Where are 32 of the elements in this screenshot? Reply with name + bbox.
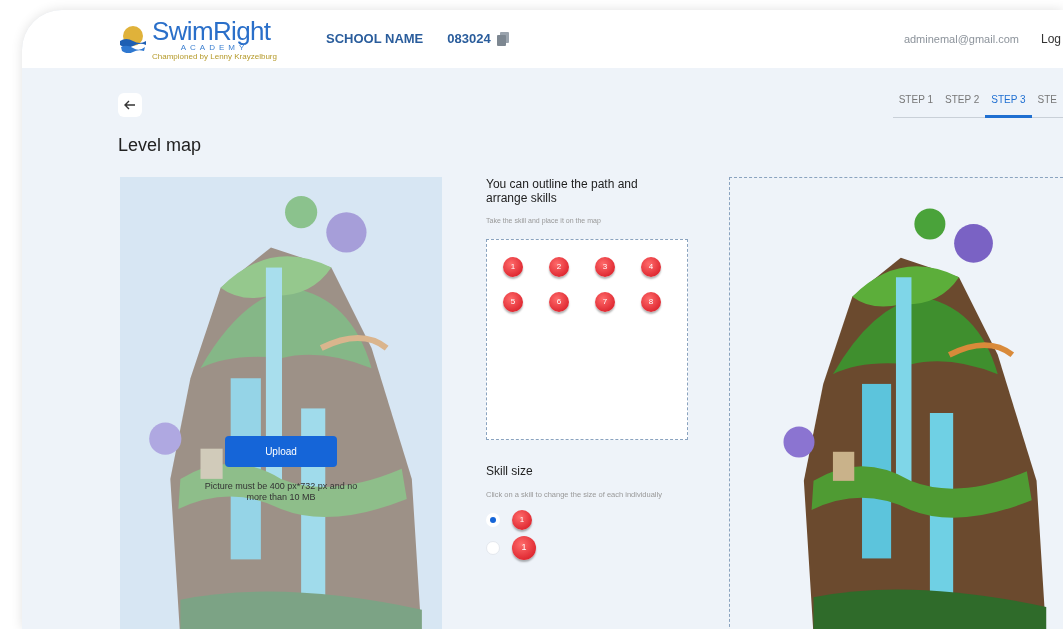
school-name: SCHOOL NAME <box>326 30 424 49</box>
logo-tagline: Championed by Lenny Krayzelburg <box>152 52 277 61</box>
copy-icon[interactable] <box>496 32 509 46</box>
skill-size-heading: Skill size <box>486 462 534 480</box>
wave-icon <box>118 25 148 53</box>
skill-marker[interactable]: 2 <box>549 256 569 277</box>
upload-hint: Picture must be 400 px*732 px and no more than 10 MB <box>203 481 359 503</box>
skill-marker[interactable]: 6 <box>549 291 569 312</box>
upload-button[interactable]: Upload <box>225 436 337 467</box>
logo-text: SwimRight <box>152 17 272 44</box>
skills-heading: You can outline the path and arrange skills <box>486 177 639 205</box>
skill-marker[interactable]: 1 <box>512 509 532 530</box>
logout-link[interactable]: Log <box>1040 30 1061 48</box>
skill-marker[interactable]: 1 <box>503 256 523 277</box>
skill-marker[interactable]: 3 <box>595 256 615 277</box>
logo[interactable]: SwimRight ACADEMY Championed by Lenny Krayzelburg <box>118 17 294 61</box>
step-tab[interactable]: STE <box>1031 92 1063 118</box>
skill-marker[interactable]: 7 <box>595 291 615 312</box>
school-code: 083024 <box>447 30 491 49</box>
page-title: Level map <box>117 134 203 157</box>
step-tab[interactable]: STEP 3 <box>985 92 1032 118</box>
back-arrow-icon <box>124 100 136 110</box>
step-tab[interactable]: STEP 1 <box>892 92 939 118</box>
step-tab[interactable]: STEP 2 <box>939 92 986 118</box>
skill-marker[interactable]: 1 <box>512 535 536 560</box>
skill-marker[interactable]: 8 <box>641 291 661 312</box>
user-email: adminemal@gmail.com <box>903 31 1019 47</box>
size-radio[interactable] <box>486 512 500 527</box>
size-radio[interactable] <box>486 540 500 555</box>
skill-marker[interactable]: 4 <box>641 256 661 277</box>
back-button[interactable] <box>118 93 142 117</box>
skill-marker[interactable]: 5 <box>503 291 523 312</box>
